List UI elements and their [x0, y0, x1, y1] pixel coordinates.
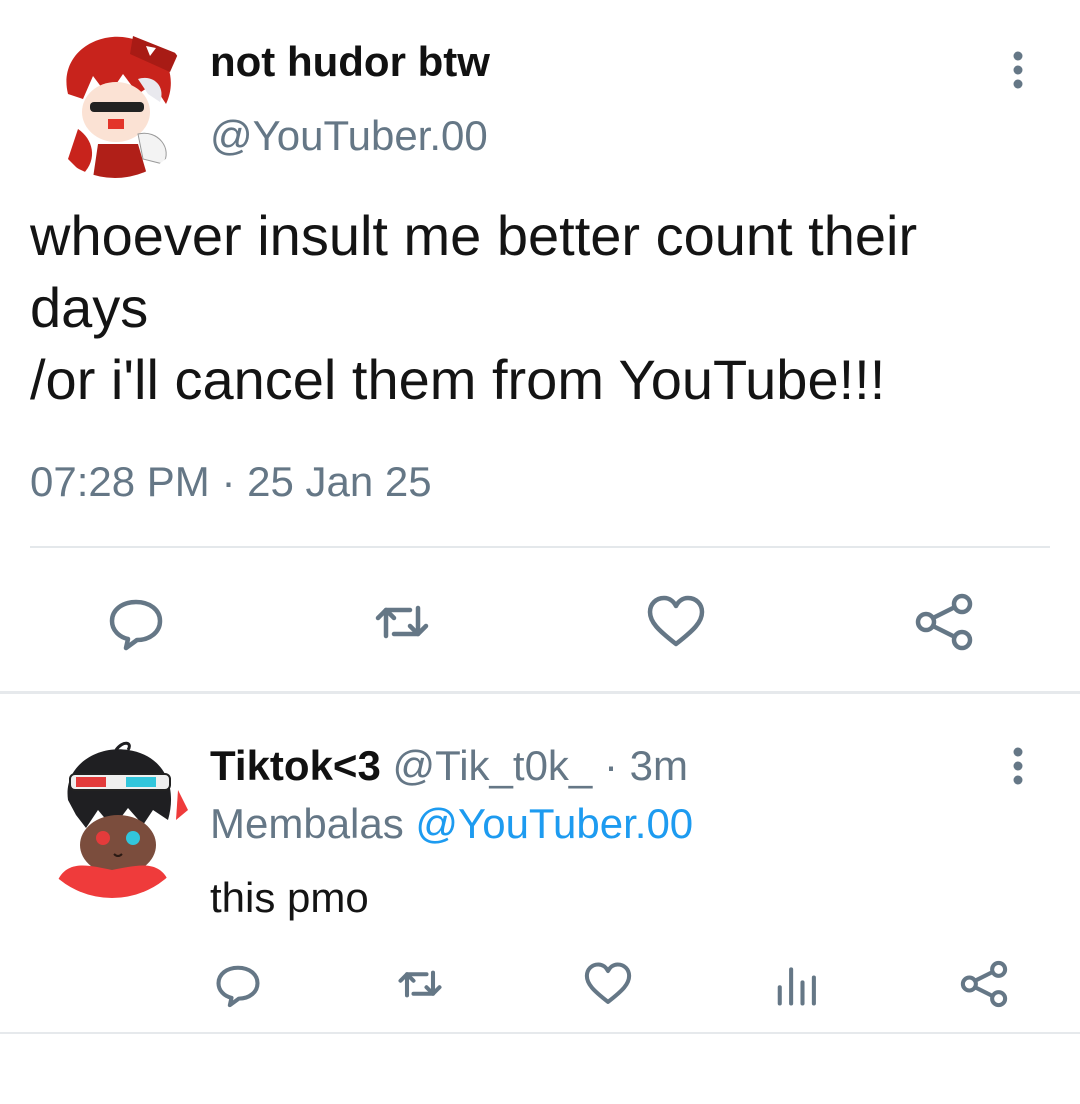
anime-avatar-icon [38, 24, 192, 178]
meta-separator: · [221, 458, 236, 505]
share-icon[interactable] [912, 590, 976, 654]
share-icon[interactable] [958, 958, 1010, 1010]
section-divider [0, 691, 1080, 694]
like-icon[interactable] [644, 590, 708, 654]
replying-label: Membalas [210, 800, 404, 847]
tweet-timestamp: 07:28 PM · 25 Jan 25 [30, 458, 432, 506]
reply-separator: · [603, 742, 618, 789]
tweet-date: 25 Jan 25 [247, 458, 432, 505]
views-icon[interactable] [770, 958, 822, 1010]
divider [30, 546, 1050, 548]
retweet-icon[interactable] [394, 958, 446, 1010]
author-handle[interactable]: @YouTuber.00 [210, 112, 488, 160]
reply-icon[interactable] [104, 590, 168, 654]
anime-avatar-icon [28, 730, 196, 898]
reply-handle[interactable]: @Tik_t0k_ [392, 742, 592, 789]
reply-author-avatar[interactable] [28, 730, 196, 898]
replying-to: Membalas @YouTuber.00 [210, 800, 693, 848]
tweet-time: 07:28 PM [30, 458, 210, 505]
tweet-text: whoever insult me better count their day… [30, 204, 918, 411]
reply-text: this pmo [210, 874, 369, 921]
like-icon[interactable] [582, 958, 634, 1010]
replying-to-mention[interactable]: @YouTuber.00 [415, 800, 693, 847]
author-avatar[interactable] [38, 24, 192, 178]
author-display-name[interactable]: not hudor btw [210, 38, 490, 86]
reply-header: Tiktok<3 @Tik_t0k_ · 3m [210, 742, 688, 790]
reply-age: 3m [629, 742, 688, 789]
reply-icon[interactable] [212, 958, 264, 1010]
reply-display-name[interactable]: Tiktok<3 [210, 742, 381, 789]
retweet-icon[interactable] [370, 590, 434, 654]
reply-more-options-icon[interactable] [1000, 744, 1036, 788]
more-options-icon[interactable] [1000, 48, 1036, 92]
section-divider [0, 1032, 1080, 1034]
